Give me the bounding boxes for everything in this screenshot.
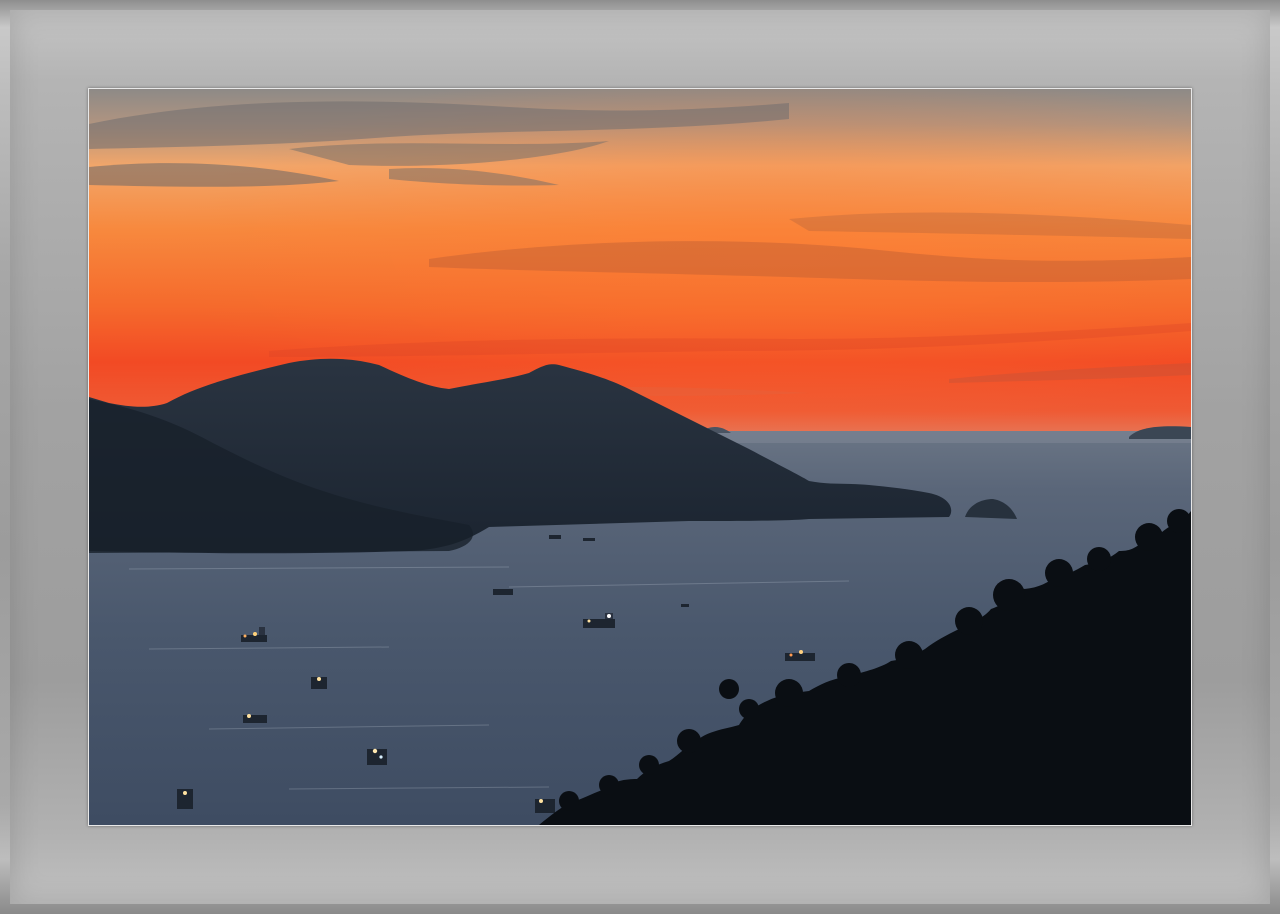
- photo-frame: [88, 88, 1192, 826]
- ship: [493, 589, 513, 595]
- ship: [243, 714, 267, 723]
- ship: [177, 789, 193, 809]
- ship: [311, 677, 327, 689]
- ship: [681, 604, 689, 607]
- ship: [535, 799, 555, 813]
- sunset-photo: [89, 89, 1191, 825]
- ship: [367, 748, 387, 765]
